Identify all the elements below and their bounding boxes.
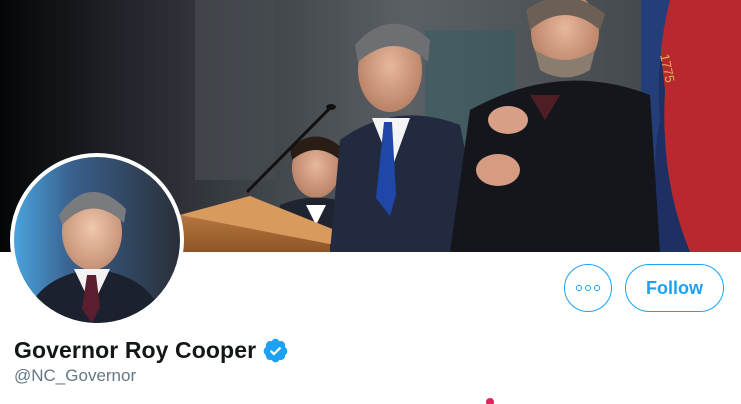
profile-handle: @NC_Governor (14, 366, 137, 385)
notification-dot (486, 398, 494, 404)
follow-button[interactable]: Follow (625, 264, 724, 312)
profile-name-row: Governor Roy Cooper (14, 334, 289, 366)
more-options-button[interactable] (564, 264, 612, 312)
profile-page: 1775 Follow Governor Roy Cooper @NC_Gove… (0, 0, 741, 404)
display-name: Governor Roy Cooper (14, 336, 257, 363)
profile-avatar[interactable] (10, 153, 184, 327)
verified-badge-icon (263, 338, 288, 362)
more-options-icon (576, 285, 600, 291)
